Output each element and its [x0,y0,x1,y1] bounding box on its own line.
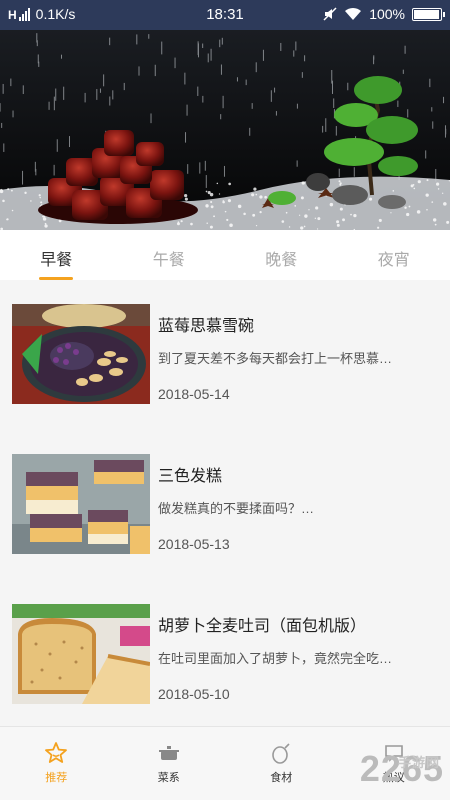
status-bar: H 0.1K/s 18:31 100% [0,0,450,30]
tab-late-night[interactable]: 夜宵 [338,230,450,280]
nav-label: 推荐 [45,772,68,784]
tricolor-cake-photo [12,454,150,554]
status-right: 100% [323,6,445,22]
nav-label: 食材 [270,772,293,784]
recipe-date: 2018-05-10 [158,686,230,702]
carrot-toast-photo [12,604,150,704]
nav-cuisine[interactable]: 菜系 [113,727,226,800]
watermark: 2265 手游网 [360,748,444,790]
tab-breakfast[interactable]: 早餐 [0,230,113,280]
recipe-date: 2018-05-13 [158,536,230,552]
battery-percent: 100% [369,6,405,22]
meal-tabs: 早餐 午餐 晚餐 夜宵 [0,230,450,280]
mute-icon [323,7,337,21]
recipe-desc: 做发糕真的不要揉面吗？… [158,501,315,516]
star-icon [45,742,68,763]
ingredient-icon [272,743,290,764]
banner-image[interactable] [0,30,450,230]
tab-lunch[interactable]: 午餐 [113,230,226,280]
recipe-item[interactable]: 三色发糕 做发糕真的不要揉面吗？… 2018-05-13 [12,454,438,554]
recipe-title: 三色发糕 [158,468,223,485]
recipe-item[interactable]: 蓝莓思慕雪碗 到了夏天差不多每天都会打上一杯思慕… 2018-05-14 [12,304,438,404]
recipe-desc: 到了夏天差不多每天都会打上一杯思慕… [158,351,393,366]
nav-recommend[interactable]: 推荐 [0,727,113,800]
tab-dinner[interactable]: 晚餐 [225,230,338,280]
braised-pork-photo [0,30,450,230]
recipe-title: 胡萝卜全麦吐司（面包机版） [158,618,367,635]
wifi-icon [345,7,362,20]
recipe-item[interactable]: 胡萝卜全麦吐司（面包机版） 在吐司里面加入了胡萝卜，竟然完全吃… 2018-05… [12,604,438,704]
recipe-title: 蓝莓思慕雪碗 [158,318,255,335]
nav-label: 菜系 [157,772,180,784]
smoothie-bowl-photo [12,304,150,404]
cooking-pot-icon [158,746,179,760]
recipe-list: 蓝莓思慕雪碗 到了夏天差不多每天都会打上一杯思慕… 2018-05-14 三色发… [0,280,450,726]
battery-icon [412,7,445,21]
recipe-desc: 在吐司里面加入了胡萝卜，竟然完全吃… [158,651,393,666]
recipe-date: 2018-05-14 [158,386,230,402]
nav-ingredient[interactable]: 食材 [225,727,338,800]
watermark-sub: 手游网 [397,755,440,770]
